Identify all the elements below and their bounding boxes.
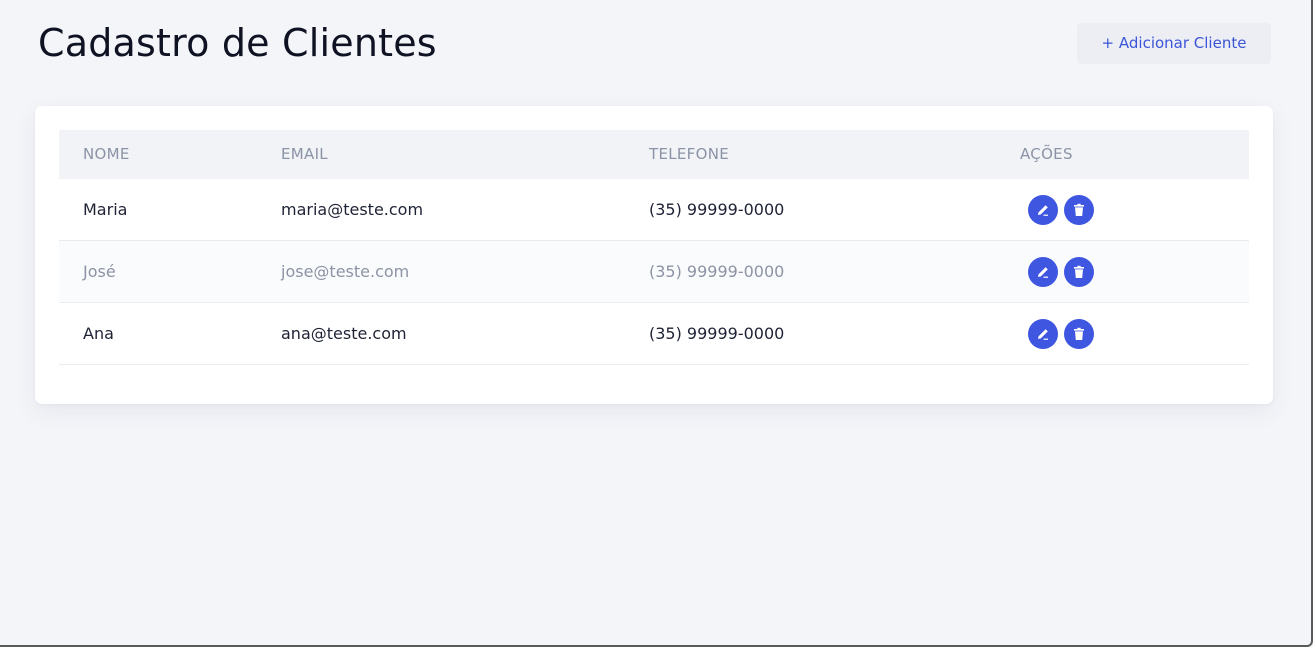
table-row: José jose@teste.com (35) 99999-0000 xyxy=(59,241,1249,303)
edit-button[interactable] xyxy=(1028,257,1058,287)
column-header-nome: NOME xyxy=(83,145,130,163)
cell-email: jose@teste.com xyxy=(281,262,410,281)
table-header: NOME EMAIL TELEFONE AÇÕES xyxy=(59,130,1249,179)
column-header-email: EMAIL xyxy=(281,145,328,163)
table-row: Ana ana@teste.com (35) 99999-0000 xyxy=(59,303,1249,365)
row-actions xyxy=(1028,319,1100,349)
clients-card: NOME EMAIL TELEFONE AÇÕES Maria maria@te… xyxy=(35,106,1273,404)
row-actions xyxy=(1028,257,1100,287)
table-row: Maria maria@teste.com (35) 99999-0000 xyxy=(59,179,1249,241)
row-actions xyxy=(1028,195,1100,225)
pencil-icon xyxy=(1038,205,1048,216)
cell-telefone: (35) 99999-0000 xyxy=(649,200,785,219)
page-title: Cadastro de Clientes xyxy=(38,21,437,65)
cell-email: maria@teste.com xyxy=(281,200,424,219)
column-header-telefone: TELEFONE xyxy=(649,145,730,163)
delete-button[interactable] xyxy=(1064,319,1094,349)
cell-email: ana@teste.com xyxy=(281,324,407,343)
cell-telefone: (35) 99999-0000 xyxy=(649,262,785,281)
trash-icon xyxy=(1074,327,1084,340)
cell-nome: Ana xyxy=(83,324,114,343)
add-client-button[interactable]: + Adicionar Cliente xyxy=(1077,23,1271,64)
pencil-icon xyxy=(1038,267,1048,278)
delete-button[interactable] xyxy=(1064,257,1094,287)
cell-nome: José xyxy=(83,262,116,281)
trash-icon xyxy=(1074,203,1084,216)
edit-button[interactable] xyxy=(1028,195,1058,225)
trash-icon xyxy=(1074,265,1084,278)
delete-button[interactable] xyxy=(1064,195,1094,225)
clients-table: NOME EMAIL TELEFONE AÇÕES Maria maria@te… xyxy=(59,130,1249,365)
pencil-icon xyxy=(1038,329,1048,340)
column-header-acoes: AÇÕES xyxy=(1020,145,1073,163)
cell-telefone: (35) 99999-0000 xyxy=(649,324,785,343)
cell-nome: Maria xyxy=(83,200,128,219)
edit-button[interactable] xyxy=(1028,319,1058,349)
